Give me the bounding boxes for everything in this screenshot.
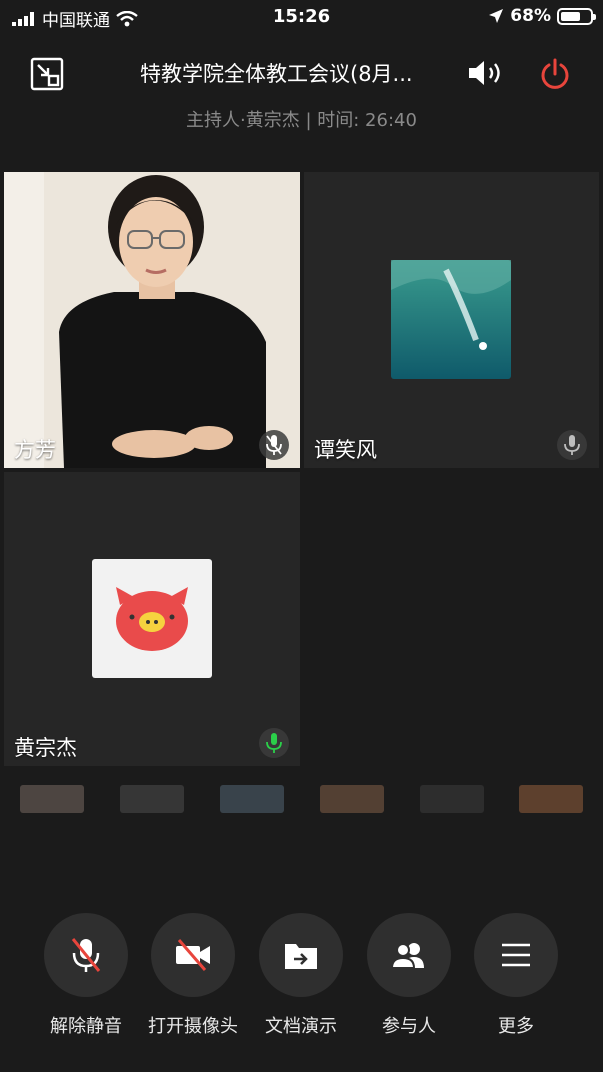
thumbnail[interactable] — [519, 785, 583, 813]
participant-video — [4, 172, 300, 468]
camera-button[interactable] — [151, 913, 235, 997]
participants-button[interactable] — [367, 913, 451, 997]
mic-off-icon — [71, 938, 101, 972]
participant-tile-tanxiaofeng[interactable]: 谭笑风 — [304, 172, 599, 468]
participant-name: 黄宗杰 — [14, 736, 77, 760]
participants-label: 参与人 — [382, 1016, 436, 1037]
meeting-subtitle: 主持人·黄宗杰 | 时间: 26:40 — [186, 110, 417, 131]
participant-tile-fangfang[interactable]: 方芳 — [4, 172, 300, 468]
more-label: 更多 — [498, 1016, 534, 1037]
thumbnail[interactable] — [120, 785, 184, 813]
battery-icon — [557, 7, 596, 25]
meeting-title: 特教学院全体教工会议(8月... — [140, 62, 413, 86]
exit-fullscreen-icon[interactable] — [30, 57, 64, 91]
document-share-button[interactable] — [259, 913, 343, 997]
participant-tile-huangzongjie[interactable]: 黄宗杰 — [4, 472, 300, 766]
thumbnail[interactable] — [420, 785, 484, 813]
thumbnail[interactable] — [220, 785, 284, 813]
thumbnail[interactable] — [320, 785, 384, 813]
avatar — [92, 559, 212, 678]
document-share-icon — [285, 944, 317, 969]
camera-label: 打开摄像头 — [148, 1016, 238, 1037]
status-bar: 中国联通 15:26 68% — [0, 0, 603, 36]
more-button[interactable] — [474, 913, 558, 997]
power-icon[interactable] — [538, 57, 572, 91]
unmute-label: 解除静音 — [50, 1016, 122, 1037]
camera-off-icon — [176, 939, 210, 971]
mic-muted-icon — [259, 430, 289, 460]
thumbnail[interactable] — [20, 785, 84, 813]
battery-percent: 68% — [510, 6, 551, 26]
participant-name: 谭笑风 — [314, 438, 377, 462]
participants-icon — [390, 943, 424, 969]
location-arrow-icon — [489, 9, 504, 23]
document-share-label: 文档演示 — [265, 1016, 337, 1037]
menu-icon — [502, 943, 530, 967]
mic-active-icon — [259, 728, 289, 758]
status-right: 68% — [488, 6, 596, 26]
mic-icon — [557, 430, 587, 460]
unmute-button[interactable] — [44, 913, 128, 997]
avatar — [391, 260, 511, 379]
participant-name: 方芳 — [14, 438, 56, 462]
speaker-icon[interactable] — [466, 58, 506, 88]
